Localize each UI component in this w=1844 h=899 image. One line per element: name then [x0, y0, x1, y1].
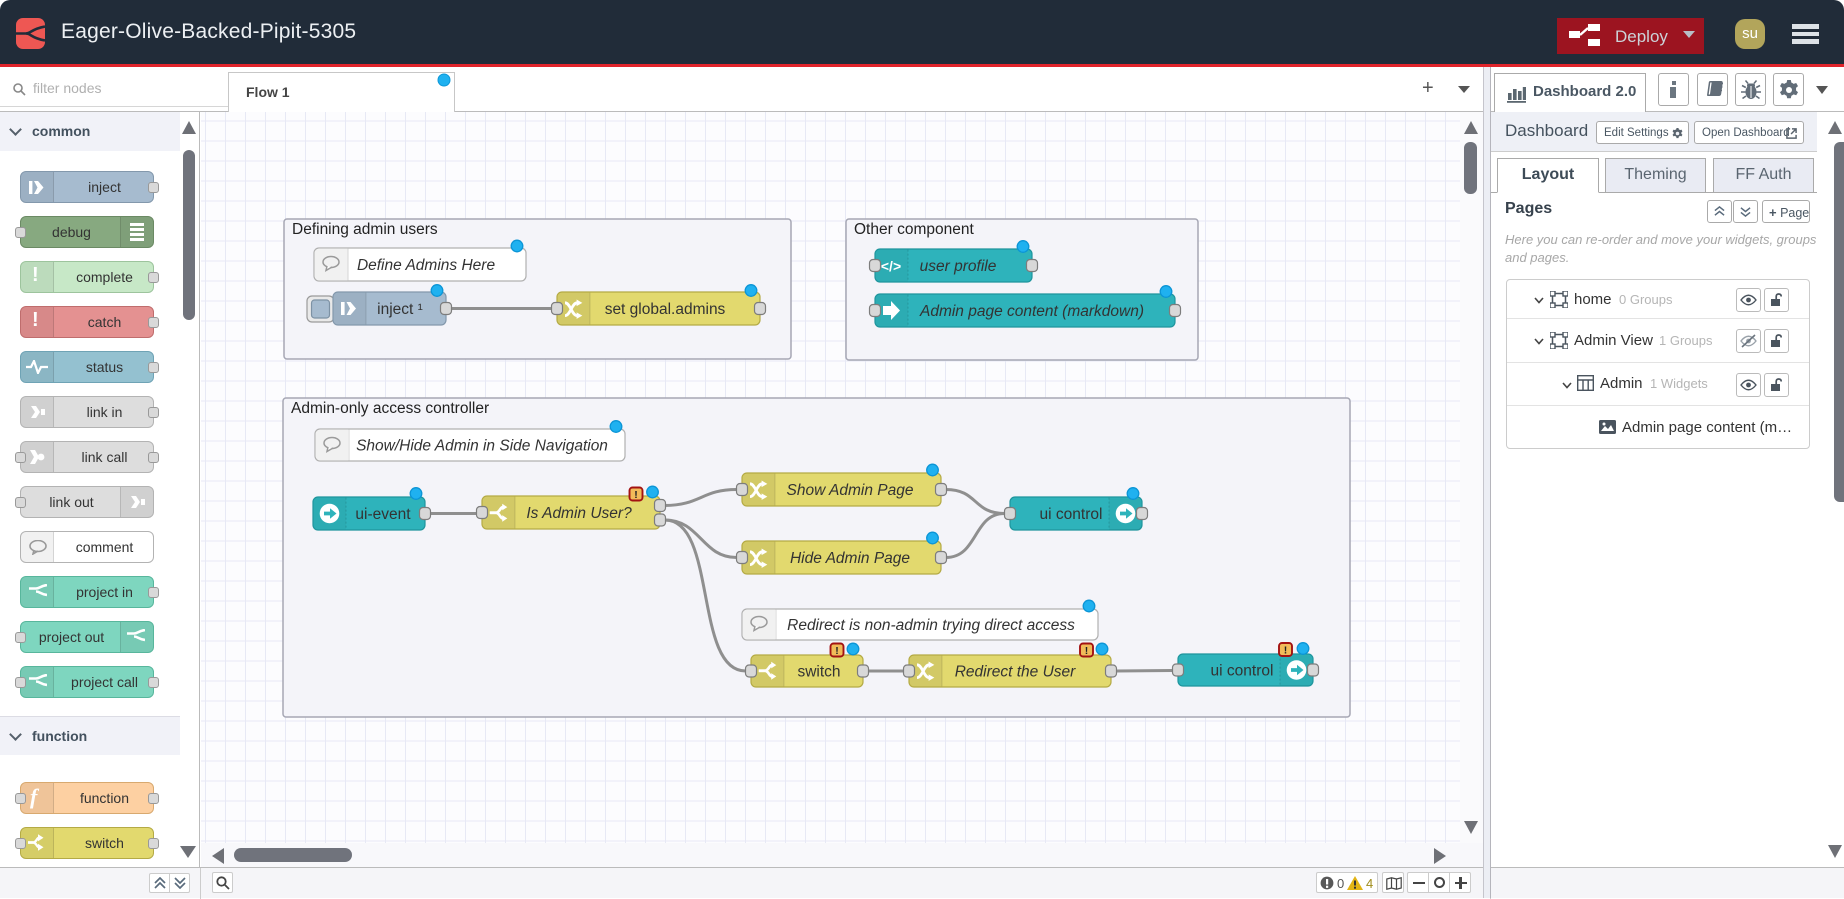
svg-text:ui-event: ui-event — [355, 506, 411, 523]
svg-text:Admin page content (markdown): Admin page content (markdown) — [919, 303, 1144, 320]
svg-text:Redirect the User: Redirect the User — [955, 664, 1076, 681]
svg-text:Other component: Other component — [854, 221, 974, 238]
svg-text:Is Admin User?: Is Admin User? — [526, 505, 632, 522]
svg-text:Defining admin users: Defining admin users — [292, 221, 438, 238]
svg-text:Define Admins Here: Define Admins Here — [357, 257, 496, 274]
svg-text:set global.admins: set global.admins — [605, 301, 726, 318]
svg-text:</>: </> — [881, 258, 901, 274]
svg-text:ui control: ui control — [1040, 506, 1103, 523]
svg-text:Admin-only access controller: Admin-only access controller — [291, 400, 489, 417]
svg-text:switch: switch — [797, 664, 840, 681]
svg-text:ui control: ui control — [1211, 663, 1274, 680]
svg-text:Show/Hide Admin in Side Naviga: Show/Hide Admin in Side Navigation — [356, 438, 608, 455]
svg-text:inject ¹: inject ¹ — [377, 301, 423, 318]
svg-text:user profile: user profile — [920, 258, 997, 275]
svg-text:Hide Admin Page: Hide Admin Page — [790, 550, 910, 567]
svg-text:Show Admin Page: Show Admin Page — [787, 482, 914, 499]
svg-text:Redirect is non-admin trying d: Redirect is non-admin trying direct acce… — [787, 617, 1075, 634]
